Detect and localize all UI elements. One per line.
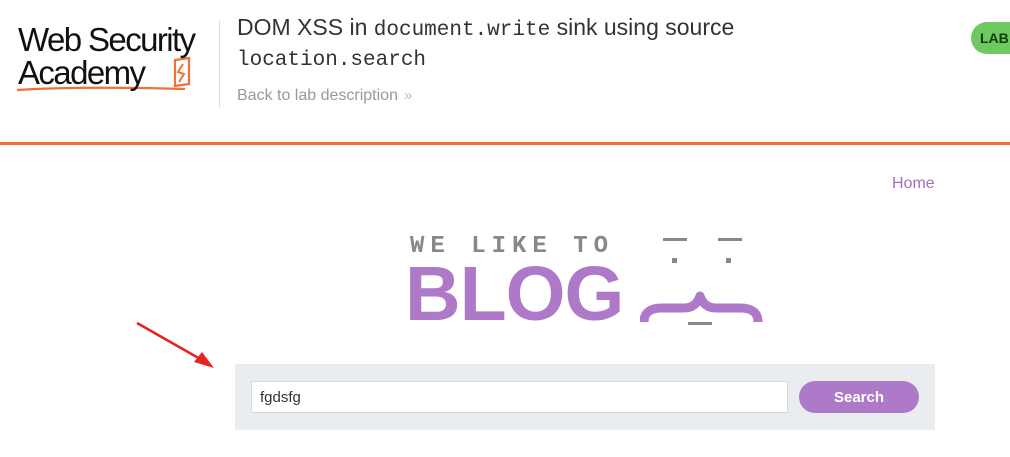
web-security-academy-logo[interactable]: Web Security Academy	[17, 18, 217, 96]
blog-logo-word: BLOG	[405, 251, 624, 337]
lab-title: DOM XSS in document.write sink using sou…	[237, 14, 917, 74]
lab-status-label: LAB	[980, 30, 1009, 46]
search-input[interactable]	[251, 381, 788, 413]
back-to-lab-description-link[interactable]: Back to lab description »	[237, 87, 412, 105]
header-divider	[219, 20, 220, 108]
search-form: Search	[235, 364, 935, 430]
lab-title-prefix: DOM XSS in	[237, 14, 374, 40]
search-button[interactable]: Search	[799, 381, 919, 413]
lab-title-code-2: location.search	[237, 49, 427, 72]
lab-title-code-1: document.write	[373, 19, 551, 42]
logo-text-line2: Academy	[18, 54, 146, 91]
back-link-label: Back to lab description	[237, 87, 398, 104]
blog-face-icon	[640, 238, 763, 325]
lab-header: Web Security Academy DOM XSS in document…	[0, 0, 1010, 145]
logo-text-line1: Web Security	[18, 21, 196, 58]
red-annotation-arrow-icon	[136, 321, 214, 368]
lab-title-mid: sink using source	[550, 14, 735, 40]
double-chevron-right-icon: »	[403, 87, 413, 104]
lab-status-badge: LAB	[971, 22, 1010, 54]
nav-home-link[interactable]: Home	[892, 175, 935, 193]
